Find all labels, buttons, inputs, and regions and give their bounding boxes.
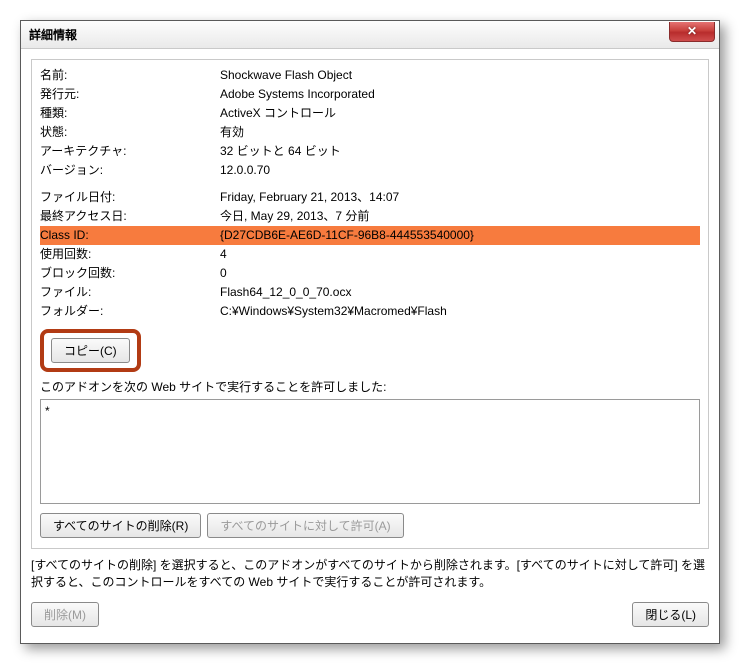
property-row: バージョン: 12.0.0.70 — [40, 161, 700, 180]
property-label: アーキテクチャ: — [40, 142, 220, 161]
property-value: 有効 — [220, 123, 700, 142]
property-label: フォルダー: — [40, 302, 220, 321]
property-label: 名前: — [40, 66, 220, 85]
property-label: 種類: — [40, 104, 220, 123]
copy-highlight: コピー(C) — [40, 329, 141, 372]
property-value: Shockwave Flash Object — [220, 66, 700, 85]
delete-button[interactable]: 削除(M) — [31, 602, 99, 627]
allowed-sites-box[interactable] — [40, 399, 700, 504]
dialog-title: 詳細情報 — [29, 26, 669, 43]
property-value: 12.0.0.70 — [220, 161, 700, 180]
dialog-window: 詳細情報 ✕ 名前: Shockwave Flash Object 発行元: A… — [20, 20, 720, 644]
property-row: ファイル: Flash64_12_0_0_70.ocx — [40, 283, 700, 302]
close-icon[interactable]: ✕ — [669, 22, 715, 42]
property-row: フォルダー: C:¥Windows¥System32¥Macromed¥Flas… — [40, 302, 700, 321]
property-label: ファイル日付: — [40, 188, 220, 207]
property-label: 最終アクセス日: — [40, 207, 220, 226]
property-row: ファイル日付: Friday, February 21, 2013、14:07 — [40, 188, 700, 207]
property-row: 最終アクセス日: 今日, May 29, 2013、7 分前 — [40, 207, 700, 226]
property-label: 状態: — [40, 123, 220, 142]
titlebar: 詳細情報 ✕ — [21, 21, 719, 49]
property-row: 発行元: Adobe Systems Incorporated — [40, 85, 700, 104]
close-button[interactable]: 閉じる(L) — [632, 602, 709, 627]
property-value: 0 — [220, 264, 700, 283]
property-row: アーキテクチャ: 32 ビットと 64 ビット — [40, 142, 700, 161]
property-label: ファイル: — [40, 283, 220, 302]
help-text: [すべてのサイトの削除] を選択すると、このアドオンがすべてのサイトから削除され… — [31, 557, 709, 592]
property-row: 状態: 有効 — [40, 123, 700, 142]
property-label: バージョン: — [40, 161, 220, 180]
property-value: 今日, May 29, 2013、7 分前 — [220, 207, 700, 226]
property-row: 名前: Shockwave Flash Object — [40, 66, 700, 85]
property-label: Class ID: — [40, 226, 220, 245]
property-value: Adobe Systems Incorporated — [220, 85, 700, 104]
sites-section-label: このアドオンを次の Web サイトで実行することを許可しました: — [40, 378, 700, 395]
property-label: ブロック回数: — [40, 264, 220, 283]
property-value: 32 ビットと 64 ビット — [220, 142, 700, 161]
remove-all-sites-button[interactable]: すべてのサイトの削除(R) — [40, 513, 201, 538]
info-panel: 名前: Shockwave Flash Object 発行元: Adobe Sy… — [31, 59, 709, 549]
property-value: Flash64_12_0_0_70.ocx — [220, 283, 700, 302]
property-value: ActiveX コントロール — [220, 104, 700, 123]
copy-button[interactable]: コピー(C) — [51, 338, 130, 363]
property-row: 使用回数: 4 — [40, 245, 700, 264]
property-value: {D27CDB6E-AE6D-11CF-96B8-444553540000} — [220, 226, 700, 245]
allow-all-sites-button[interactable]: すべてのサイトに対して許可(A) — [207, 513, 403, 538]
property-value: 4 — [220, 245, 700, 264]
property-label: 発行元: — [40, 85, 220, 104]
property-row-highlight: Class ID: {D27CDB6E-AE6D-11CF-96B8-44455… — [40, 226, 700, 245]
property-row: 種類: ActiveX コントロール — [40, 104, 700, 123]
property-value: Friday, February 21, 2013、14:07 — [220, 188, 700, 207]
property-value: C:¥Windows¥System32¥Macromed¥Flash — [220, 302, 700, 321]
property-row: ブロック回数: 0 — [40, 264, 700, 283]
property-label: 使用回数: — [40, 245, 220, 264]
